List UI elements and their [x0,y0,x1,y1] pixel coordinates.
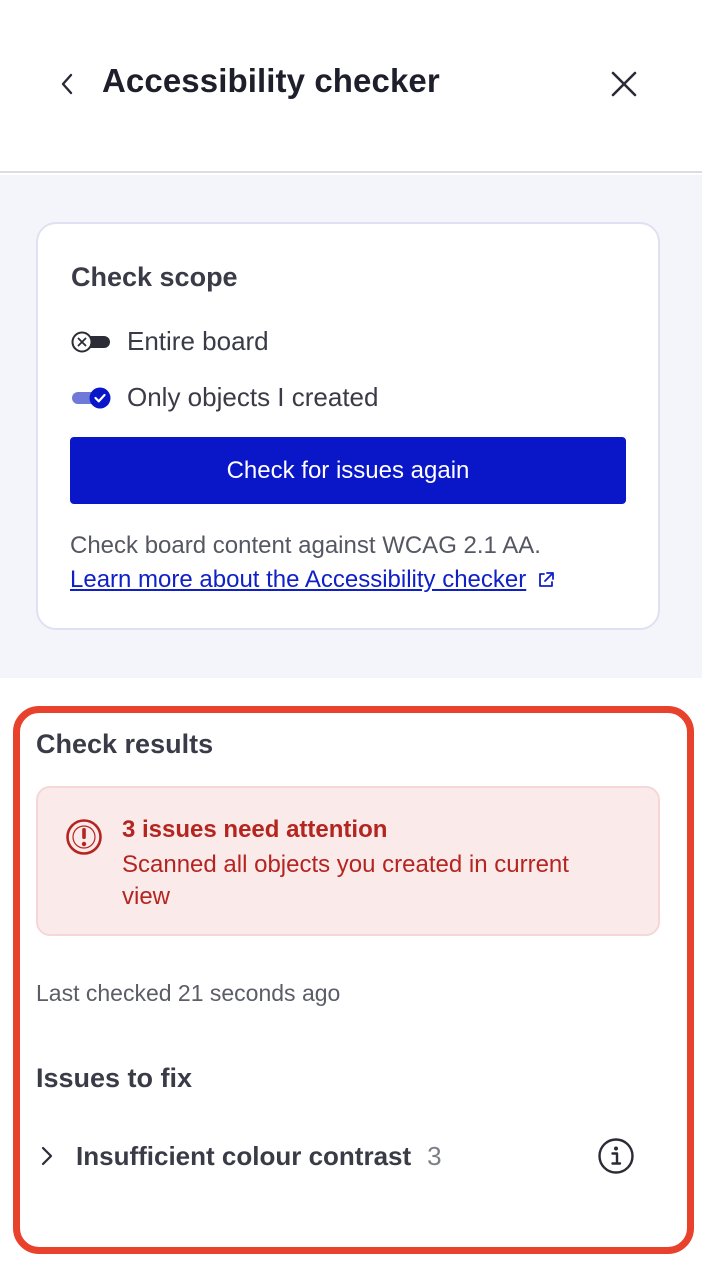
alert-title: 3 issues need attention [122,816,388,843]
panel-title: Accessibility checker [102,62,440,99]
issue-count: 3 [427,1140,442,1171]
scope-title: Check scope [71,262,238,292]
alert-circle-icon [66,819,102,855]
toggle-off-icon[interactable] [71,331,111,353]
toggle-entire-board[interactable]: Entire board [71,326,269,357]
learn-more-link-label: Learn more about the Accessibility check… [70,566,527,593]
issues-title: Issues to fix [36,1063,193,1093]
toggle-label-entire-board: Entire board [127,326,269,356]
toggle-on-icon[interactable] [71,387,111,409]
external-link-icon [536,570,556,590]
close-icon [611,71,637,97]
scope-description: Check board content against WCAG 2.1 AA. [70,532,541,559]
scope-card: Check scope Entire board Only objects I … [36,222,660,630]
issue-row-colour-contrast[interactable]: Insufficient colour contrast 3 [36,1132,640,1180]
close-button[interactable] [604,64,644,104]
scope-section: Check scope Entire board Only objects I … [0,175,702,678]
results-title: Check results [36,729,214,759]
toggle-only-my-objects[interactable]: Only objects I created [71,382,378,413]
panel-header: Accessibility checker [0,0,702,173]
info-icon[interactable] [597,1137,635,1175]
chevron-left-icon [61,73,73,95]
check-again-button[interactable]: Check for issues again [70,437,626,504]
issue-label: Insufficient colour contrast [76,1140,412,1171]
last-checked-text: Last checked 21 seconds ago [36,980,341,1006]
learn-more-link[interactable]: Learn more about the Accessibility check… [70,566,556,594]
issues-alert: 3 issues need attention Scanned all obje… [36,786,660,936]
back-button[interactable] [50,66,84,102]
alert-text: Scanned all objects you created in curre… [122,851,569,910]
toggle-label-only-my-objects: Only objects I created [127,382,379,412]
chevron-right-icon [36,1144,58,1168]
